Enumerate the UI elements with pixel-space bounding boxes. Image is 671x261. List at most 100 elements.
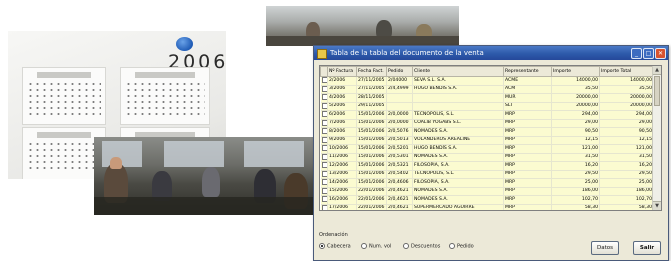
table-cell: 2/0,5402 xyxy=(386,170,413,179)
table-row[interactable]: 11/2006 15/01/2006 2/0,5301 NOMADES S.A. MRP… xyxy=(320,153,654,162)
row-checkbox[interactable] xyxy=(320,119,328,128)
table-cell: ACME xyxy=(503,76,552,86)
table-cell: 2/0,5013 xyxy=(386,136,413,145)
table-cell: 294,00 xyxy=(599,110,654,120)
table-cell: 15/2006 xyxy=(327,187,357,196)
row-checkbox[interactable] xyxy=(320,161,328,171)
table-cell: 15/01/2006 xyxy=(356,119,387,128)
checkbox-icon xyxy=(321,170,327,177)
table-cell: 13/2006 xyxy=(327,170,357,179)
vertical-scrollbar[interactable]: ▲ ▼ xyxy=(652,66,661,210)
table-cell: MRP xyxy=(503,170,552,179)
close-icon[interactable]: ✕ xyxy=(655,48,666,59)
row-checkbox[interactable] xyxy=(320,144,328,154)
table-row[interactable]: 14/2006 15/01/2006 2/0,4606 FILOSOPIA, S.A.… xyxy=(320,178,654,188)
invoice-grid[interactable]: Nº Factura Fecha Fact. Pedido Cliente Re… xyxy=(319,65,662,211)
column-header[interactable]: Nº Factura xyxy=(327,66,357,77)
column-header[interactable]: Importe xyxy=(551,66,600,77)
table-cell: 58,30 xyxy=(599,204,654,210)
table-cell: NOMADES S.A. xyxy=(412,187,504,196)
table-cell: 2/0,4621 xyxy=(386,204,413,210)
table-row[interactable]: 12/2006 15/01/2006 2/0,5321 FILOSOPIA, S.A.… xyxy=(320,161,654,171)
table-row[interactable]: 17/2006 22/01/2006 2/0,4621 SUPERMERCADO AG… xyxy=(320,204,654,210)
table-row[interactable]: 5/2006 29/11/2005 SLT 20000,00 20000,00 xyxy=(320,102,654,111)
exit-button[interactable]: Salir xyxy=(633,241,661,255)
table-cell: 9/2006 xyxy=(327,136,357,145)
column-header[interactable]: Pedido xyxy=(386,66,413,77)
table-cell: 27/11/2005 xyxy=(356,76,387,86)
table-cell: 16,20 xyxy=(551,161,600,171)
table-cell: MRP xyxy=(503,187,552,196)
checkbox-icon xyxy=(321,85,327,92)
office-photo xyxy=(266,6,459,46)
row-checkbox[interactable] xyxy=(320,153,328,162)
checkbox-icon xyxy=(321,102,327,109)
window-title-bar[interactable]: Tabla de la tabla del documento de la ve… xyxy=(314,46,668,60)
table-cell: 8/2006 xyxy=(327,127,357,137)
table-cell xyxy=(412,102,504,111)
push-pin-icon xyxy=(176,37,193,51)
table-cell: 29,50 xyxy=(551,170,600,179)
table-cell: 90,50 xyxy=(551,127,600,137)
scroll-down-icon[interactable]: ▼ xyxy=(653,201,661,210)
table-row[interactable]: 7/2006 15/01/2006 2/0,0000 COALIB YOGABS S.… xyxy=(320,119,654,128)
table-cell: 102,70 xyxy=(551,195,600,205)
table-row[interactable]: 9/2006 15/01/2006 2/0,5013 VOLANDEROS AREAL… xyxy=(320,136,654,145)
table-cell xyxy=(386,93,413,103)
sort-option-radio[interactable]: Pedido xyxy=(449,243,474,250)
row-checkbox[interactable] xyxy=(320,76,328,86)
table-cell: 29,50 xyxy=(599,170,654,179)
row-checkbox[interactable] xyxy=(320,85,328,94)
row-checkbox[interactable] xyxy=(320,195,328,205)
column-header[interactable]: Importe Total xyxy=(599,66,654,77)
row-checkbox[interactable] xyxy=(320,187,328,196)
table-cell: 2/0,4621 xyxy=(386,187,413,196)
checkbox-icon xyxy=(321,119,327,126)
table-row[interactable]: 3/2006 27/11/2005 2/4,4999 HUGO BENDÍS S.A.… xyxy=(320,85,654,94)
checkbox-icon xyxy=(321,94,327,100)
table-cell: 15/01/2006 xyxy=(356,127,387,137)
table-row[interactable]: 13/2006 15/01/2006 2/0,5402 TECNOPOLIS, S.L… xyxy=(320,170,654,179)
maximize-icon[interactable]: □ xyxy=(643,48,654,59)
table-row[interactable]: 10/2006 15/01/2006 2/0,5201 HUGO BENDÍS S.A… xyxy=(320,144,654,154)
row-checkbox[interactable] xyxy=(320,178,328,188)
table-row[interactable]: 6/2006 15/01/2006 2/0,0000 TECNOPOLIS, S.L.… xyxy=(320,110,654,120)
row-checkbox[interactable] xyxy=(320,136,328,145)
sort-option-radio[interactable]: Descuentos xyxy=(403,243,440,250)
table-row[interactable]: 15/2006 22/01/2006 2/0,4621 NOMADES S.A. MRP… xyxy=(320,187,654,196)
print-button[interactable]: Datos xyxy=(591,241,619,255)
table-cell: 2/0,5301 xyxy=(386,153,413,162)
table-cell: 186,00 xyxy=(599,187,654,196)
table-row[interactable]: 16/2006 22/01/2006 2/0,4621 NOMADES S.A. MRP… xyxy=(320,195,654,205)
column-header[interactable]: Cliente xyxy=(412,66,504,77)
table-cell: SEVA S.L. S.A. xyxy=(412,76,504,86)
table-cell: 186,00 xyxy=(551,187,600,196)
column-header[interactable]: Fecha Fact. xyxy=(356,66,387,77)
scroll-up-icon[interactable]: ▲ xyxy=(653,66,661,75)
table-cell: TECNOPOLIS, S.L. xyxy=(412,170,504,179)
row-checkbox[interactable] xyxy=(320,102,328,111)
row-checkbox[interactable] xyxy=(320,170,328,179)
sort-option-radio[interactable]: Num. vol xyxy=(361,243,391,250)
table-row[interactable]: 4/2006 28/11/2005 MUR 20000,00 20000,00 xyxy=(320,93,654,103)
table-row[interactable]: 2/2006 27/11/2005 2/04000 SEVA S.L. S.A. ACM… xyxy=(320,76,654,86)
table-cell: 22/01/2006 xyxy=(356,204,387,210)
checkbox-icon xyxy=(321,162,327,168)
table-cell: 15/01/2006 xyxy=(356,136,387,145)
row-checkbox[interactable] xyxy=(320,110,328,120)
row-checkbox[interactable] xyxy=(320,93,328,103)
table-cell: 22/01/2006 xyxy=(356,187,387,196)
calendar-month-sheet xyxy=(120,67,210,125)
sort-option-radio[interactable]: Cabecera xyxy=(319,243,351,250)
column-header[interactable]: Representante xyxy=(503,66,552,77)
table-cell: 12,15 xyxy=(599,136,654,145)
row-checkbox[interactable] xyxy=(320,204,328,210)
minimize-icon[interactable]: _ xyxy=(631,48,642,59)
sort-options-label: Ordenación xyxy=(319,232,348,238)
table-row[interactable]: 8/2006 15/01/2006 2/0,5076 NOMADES S.A. MRP 9… xyxy=(320,127,654,137)
scroll-thumb[interactable] xyxy=(654,76,660,106)
table-cell: 12,15 xyxy=(551,136,600,145)
table-cell: 20000,00 xyxy=(551,102,600,111)
column-header-select[interactable] xyxy=(320,66,328,77)
row-checkbox[interactable] xyxy=(320,127,328,137)
